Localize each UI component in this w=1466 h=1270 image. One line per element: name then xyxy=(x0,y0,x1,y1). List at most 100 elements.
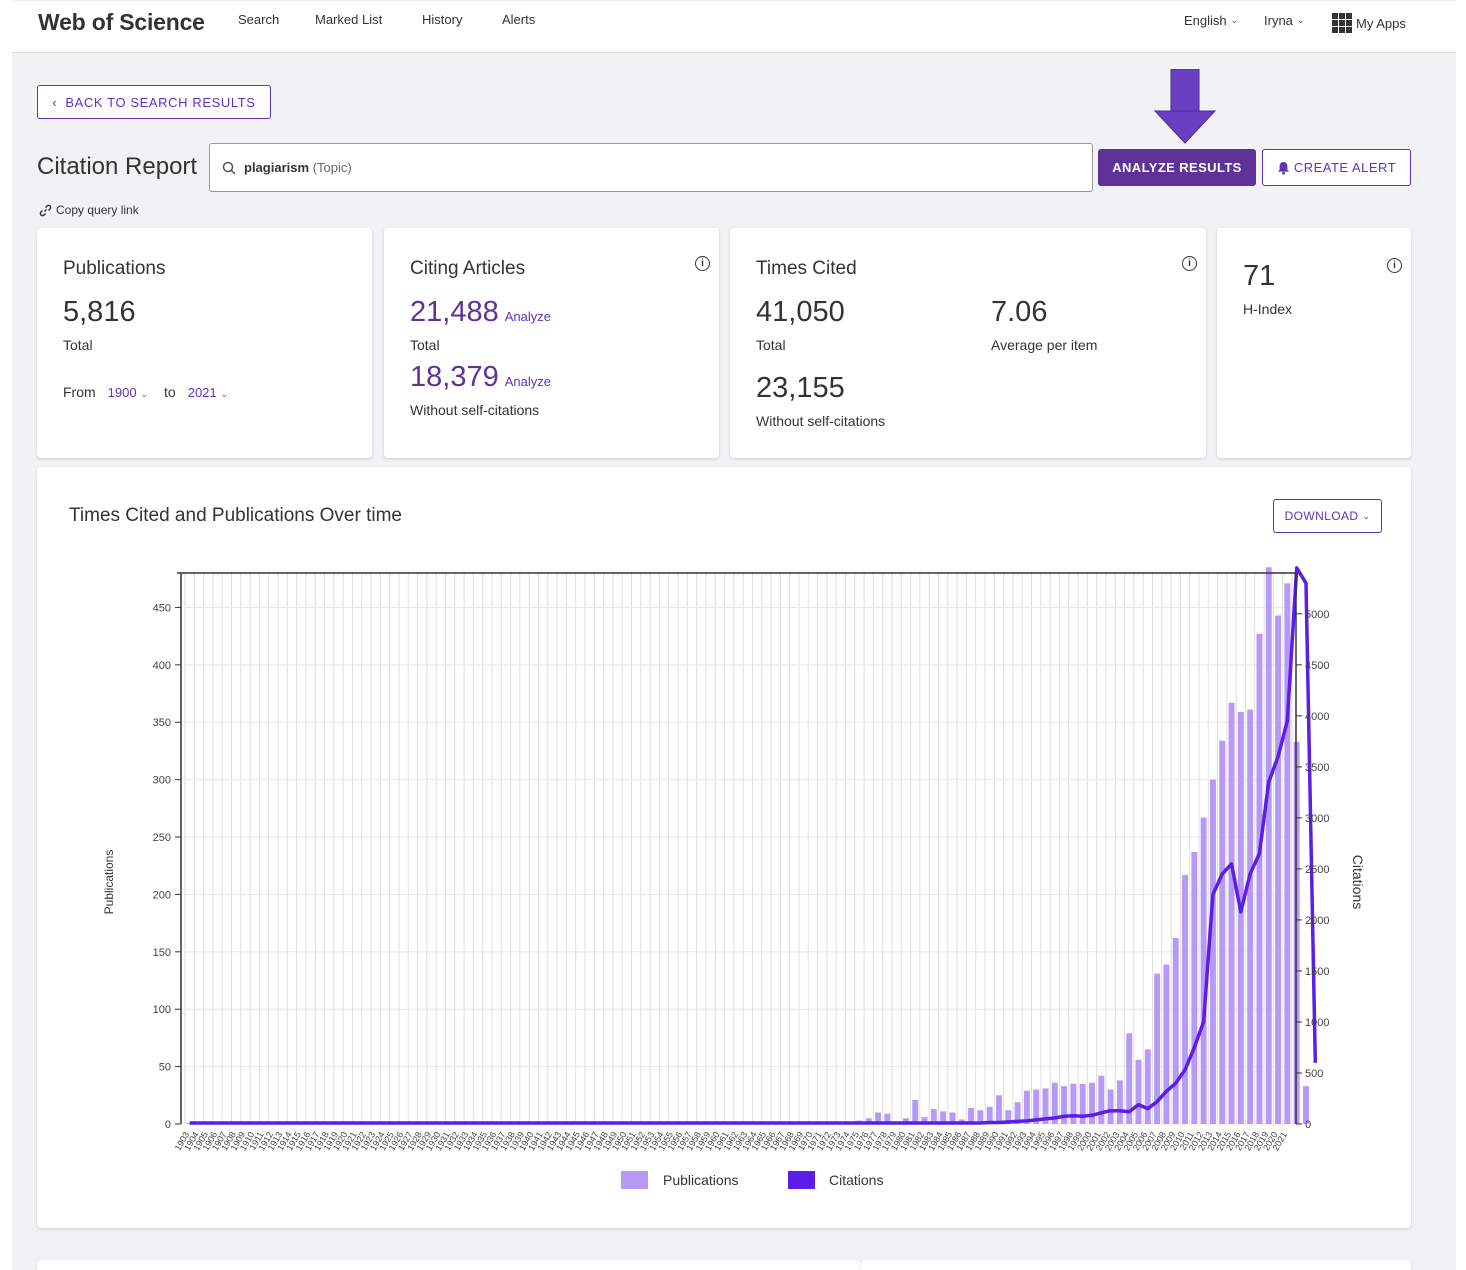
publications-bar xyxy=(1098,1075,1105,1124)
page-title: Citation Report xyxy=(37,153,198,180)
publications-bar xyxy=(1191,851,1198,1124)
bottom-card-left xyxy=(37,1260,861,1270)
brand-logo[interactable]: Web of Science xyxy=(38,9,205,36)
query-text: plagiarism xyxy=(244,160,310,175)
publications-bar xyxy=(1247,709,1254,1124)
info-icon[interactable]: i xyxy=(1387,258,1402,273)
year-range: From 1900 ⌄ to 2021 ⌄ xyxy=(63,384,228,400)
publications-bar xyxy=(1116,1080,1123,1124)
publications-bar xyxy=(1237,711,1244,1124)
apps-grid-icon xyxy=(1332,13,1352,33)
to-year-select[interactable]: 2021 ⌄ xyxy=(188,384,228,400)
publications-bar xyxy=(1228,702,1235,1124)
publications-bar xyxy=(1265,567,1272,1124)
chevron-down-icon: ⌄ xyxy=(1296,15,1305,25)
left-tick-label: 200 xyxy=(153,889,171,901)
right-tick-label: 1500 xyxy=(1305,966,1329,978)
right-tick-label: 3000 xyxy=(1305,813,1329,825)
copy-query-label: Copy query link xyxy=(56,203,139,217)
citing-without[interactable]: 18,379 xyxy=(410,361,499,393)
right-tick-label: 2000 xyxy=(1305,915,1329,927)
nav-search[interactable]: Search xyxy=(238,12,279,27)
right-tick-label: 4500 xyxy=(1305,660,1329,672)
average-per-item: 7.06 xyxy=(991,296,1048,328)
left-tick-label: 300 xyxy=(153,775,171,787)
analyze-results-button[interactable]: ANALYZE RESULTS xyxy=(1098,149,1256,186)
y-axis-label-left: Publications xyxy=(102,850,116,915)
publications-total: 5,816 xyxy=(63,296,136,328)
citing-without-row: 18,379 Analyze xyxy=(410,361,551,394)
citing-without-label: Without self-citations xyxy=(410,402,540,418)
to-label: to xyxy=(164,384,176,400)
publications-bar xyxy=(1144,1049,1151,1124)
left-tick-label: 350 xyxy=(153,717,171,729)
times-cited-title: Times Cited xyxy=(756,258,857,279)
citing-articles-card: Citing Articles i 21,488 Analyze Total 18… xyxy=(384,228,719,458)
legend-publications-label: Publications xyxy=(663,1172,739,1188)
back-to-search-button[interactable]: ‹ BACK TO SEARCH RESULTS xyxy=(37,85,271,119)
publications-total-label: Total xyxy=(63,337,93,353)
publications-bar xyxy=(1182,874,1188,1124)
user-name: Iryna xyxy=(1264,13,1293,28)
nav-history[interactable]: History xyxy=(422,12,462,27)
to-year: 2021 xyxy=(187,385,217,400)
citing-total-label: Total xyxy=(410,337,440,353)
from-year: 1900 xyxy=(107,385,137,400)
user-menu[interactable]: Iryna ⌄ xyxy=(1264,13,1304,28)
top-bar: Web of Science Search Marked List Histor… xyxy=(12,0,1456,53)
left-tick-label: 100 xyxy=(153,1004,171,1016)
my-apps-button[interactable]: My Apps xyxy=(1332,13,1406,33)
from-year-select[interactable]: 1900 ⌄ xyxy=(108,384,148,400)
times-cited-total-label: Total xyxy=(756,337,786,353)
publications-bar xyxy=(912,1099,919,1124)
right-tick-label: 5000 xyxy=(1305,609,1329,621)
publications-bar xyxy=(1219,740,1226,1124)
analyze-citing-link[interactable]: Analyze xyxy=(505,309,551,324)
citing-total-row: 21,488 Analyze xyxy=(410,296,551,329)
from-label: From xyxy=(63,384,96,400)
info-icon[interactable]: i xyxy=(695,256,710,271)
left-tick-label: 150 xyxy=(153,947,171,959)
my-apps-label: My Apps xyxy=(1356,15,1406,31)
copy-query-link[interactable]: Copy query link xyxy=(39,203,139,217)
h-index-card: 71 H-Index i xyxy=(1217,228,1411,458)
arrow-down-icon xyxy=(1153,69,1217,144)
query-field: (Topic) xyxy=(312,160,352,175)
left-tick-label: 250 xyxy=(153,832,171,844)
back-button-label: BACK TO SEARCH RESULTS xyxy=(65,94,256,110)
create-alert-label: CREATE ALERT xyxy=(1293,160,1397,175)
analyze-citing-without-link[interactable]: Analyze xyxy=(505,374,551,389)
left-tick-label: 400 xyxy=(153,660,171,672)
publications-bar xyxy=(1107,1089,1114,1124)
times-cited-card: Times Cited i 41,050 Total 7.06 Average … xyxy=(730,228,1206,458)
chart-card: Times Cited and Publications Over time D… xyxy=(37,467,1411,1228)
citing-title: Citing Articles xyxy=(410,258,526,279)
right-tick-label: 0 xyxy=(1305,1119,1311,1131)
publications-bar xyxy=(1070,1083,1077,1124)
publications-bar xyxy=(1275,615,1282,1124)
search-icon xyxy=(222,161,236,175)
query-box[interactable]: plagiarism (Topic) xyxy=(209,143,1093,192)
create-alert-button[interactable]: CREATE ALERT xyxy=(1262,149,1411,186)
nav-alerts[interactable]: Alerts xyxy=(502,12,535,27)
chevron-left-icon: ‹ xyxy=(52,94,58,110)
legend-publications-swatch xyxy=(621,1171,648,1189)
publications-bar xyxy=(1089,1082,1095,1124)
times-cited-publications-chart: 0501001502002503003504004500500100015002… xyxy=(102,566,1366,1189)
info-icon[interactable]: i xyxy=(1182,256,1197,271)
h-index-label: H-Index xyxy=(1243,301,1293,317)
publications-bar xyxy=(1163,964,1170,1124)
y-axis-label-right: Citations xyxy=(1350,855,1366,909)
publications-bar xyxy=(1172,938,1179,1124)
chevron-down-icon: ⌄ xyxy=(140,389,149,399)
nav-marked-list[interactable]: Marked List xyxy=(315,12,382,27)
publications-card: Publications 5,816 Total From 1900 ⌄ to … xyxy=(37,228,372,458)
citing-total[interactable]: 21,488 xyxy=(410,296,499,328)
language-selector[interactable]: English ⌄ xyxy=(1184,13,1238,28)
publications-bar xyxy=(1256,633,1263,1124)
left-tick-label: 0 xyxy=(165,1119,171,1131)
publications-bar xyxy=(1209,779,1216,1124)
publications-title: Publications xyxy=(63,258,166,279)
right-tick-label: 4000 xyxy=(1305,711,1329,723)
right-tick-label: 2500 xyxy=(1305,864,1329,876)
